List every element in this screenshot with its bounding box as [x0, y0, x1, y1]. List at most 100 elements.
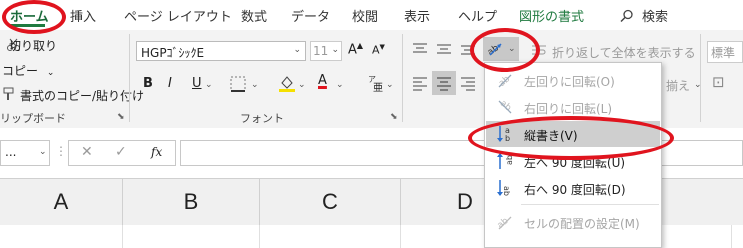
svg-text:ab: ab — [498, 99, 513, 114]
currency-icon[interactable]: ⊡ — [712, 73, 725, 91]
menu-item-rotate-counterclockwise[interactable]: ab 左回りに回転(O) — [486, 67, 660, 93]
align-right-icon[interactable] — [460, 75, 476, 91]
tab-formulas[interactable]: 数式 — [241, 6, 267, 25]
grid-line — [122, 225, 123, 248]
align-middle-icon[interactable] — [436, 42, 452, 56]
chevron-down-icon[interactable]: ⌄ — [386, 80, 394, 90]
tab-view[interactable]: 表示 — [404, 6, 430, 25]
orientation-button[interactable]: ab ⌄ — [483, 37, 519, 61]
tab-page-layout[interactable]: ページ レイアウト — [124, 6, 232, 25]
rotate-ccw-icon: ab — [497, 74, 512, 89]
search-box[interactable]: 検索 — [620, 6, 668, 25]
number-format-value: 標準 — [711, 46, 736, 60]
align-bottom-icon[interactable] — [460, 42, 476, 56]
cancel-icon[interactable]: ✕ — [81, 144, 93, 160]
grid-line — [400, 225, 401, 248]
font-name-combo[interactable]: HGPｺﾞｼｯｸE ⌄ — [136, 41, 306, 61]
chevron-down-icon: ⌄ — [508, 44, 516, 54]
enter-icon[interactable]: ✓ — [115, 144, 127, 160]
menu-item-label: 右へ 90 度回転(D) — [524, 183, 626, 197]
name-box-value: ... — [5, 145, 17, 159]
insert-function-button[interactable]: fx — [151, 145, 162, 159]
search-icon — [620, 9, 633, 23]
group-divider — [700, 34, 701, 122]
align-center-icon — [437, 77, 451, 91]
tab-review[interactable]: 校閲 — [352, 6, 378, 25]
shrink-font-button[interactable]: A▼ — [372, 43, 385, 57]
menu-item-format-cell-alignment[interactable]: ab セルの配置の設定(M) — [486, 209, 660, 235]
border-icon[interactable] — [230, 76, 246, 92]
italic-button[interactable]: I — [168, 76, 172, 91]
column-header-b[interactable]: B — [123, 179, 260, 225]
group-divider — [402, 34, 403, 122]
menu-item-rotate-up[interactable]: ab 左へ 90 度回転(U) — [486, 148, 660, 174]
grid-line — [731, 225, 732, 248]
menu-item-label: 縦書き(V) — [524, 129, 578, 143]
phonetic-guide-icon[interactable]: ア亜 — [367, 74, 385, 92]
wrap-text-icon[interactable] — [531, 43, 547, 57]
format-painter-button[interactable]: 書式のコピー/貼り付け — [20, 87, 144, 104]
grow-font-button[interactable]: A▲ — [348, 41, 363, 57]
menu-item-label: セルの配置の設定(M) — [524, 217, 640, 231]
grow-font-label: A — [348, 42, 357, 58]
align-left-icon[interactable] — [412, 75, 428, 91]
chevron-down-icon[interactable]: ⌄ — [336, 80, 344, 90]
chevron-down-icon: ⌄ — [331, 45, 339, 55]
tab-home[interactable]: ホーム — [10, 6, 49, 25]
shrink-font-label: A — [372, 43, 380, 57]
rotate-text-down-icon: ab — [497, 180, 511, 196]
dialog-launcher-icon[interactable]: ⬊ — [117, 112, 125, 122]
svg-text:ab: ab — [502, 186, 511, 196]
align-top-icon[interactable] — [412, 42, 428, 56]
menu-item-label: 右回りに回転(L) — [524, 102, 613, 116]
copy-button[interactable]: コピー ⌄ — [2, 62, 54, 79]
wrap-text-button[interactable]: 折り返して全体を表示する — [552, 44, 696, 61]
chevron-down-icon: ⌄ — [39, 147, 47, 157]
menu-separator — [521, 204, 659, 205]
chevron-down-icon[interactable]: ⌄ — [205, 80, 213, 90]
fill-color-icon[interactable] — [278, 74, 296, 92]
tab-insert[interactable]: 挿入 — [70, 6, 96, 25]
chevron-down-icon[interactable]: ⌄ — [298, 80, 306, 90]
menu-item-label: 左へ 90 度回転(U) — [524, 156, 626, 170]
rotate-cw-icon: ab — [498, 99, 513, 114]
rotate-text-up-icon: ab — [497, 153, 514, 169]
text-orientation-icon: ab — [486, 43, 502, 58]
svg-text:亜: 亜 — [373, 83, 383, 92]
name-box[interactable]: ... ⌄ — [0, 140, 50, 166]
orientation-menu: ab 左回りに回転(O) ab 右回りに回転(L) ab 縦書き(V) ab 左… — [484, 62, 662, 248]
font-name-value: HGPｺﾞｼｯｸE — [141, 46, 205, 60]
group-divider — [129, 34, 130, 122]
number-format-combo[interactable]: 標準 — [707, 41, 743, 63]
chevron-down-icon: ⌄ — [46, 68, 55, 78]
font-size-value: 11 — [313, 44, 329, 58]
font-group-label: フォント — [240, 112, 284, 125]
menu-item-rotate-down[interactable]: ab 右へ 90 度回転(D) — [486, 175, 660, 201]
tab-data[interactable]: データ — [291, 6, 330, 25]
column-header-c[interactable]: C — [260, 179, 401, 225]
menu-item-rotate-clockwise[interactable]: ab 右回りに回転(L) — [486, 94, 660, 120]
splitter-handle[interactable]: ⋮ — [55, 144, 67, 158]
grid-line — [259, 225, 260, 248]
dialog-launcher-icon[interactable]: ⬊ — [390, 112, 398, 122]
formula-buttons: ✕ ✓ fx — [68, 140, 176, 166]
underline-button[interactable]: U — [192, 76, 202, 91]
column-header-a[interactable]: A — [0, 179, 123, 225]
merge-center-button[interactable]: 揃え — [666, 77, 690, 94]
font-color-button[interactable]: A — [318, 73, 327, 88]
font-color-icon: A — [318, 73, 327, 88]
chevron-down-icon[interactable]: ⌄ — [251, 80, 259, 90]
font-size-combo[interactable]: 11 ⌄ — [310, 41, 342, 61]
bold-button[interactable]: B — [143, 76, 153, 91]
align-center-button[interactable] — [432, 71, 456, 95]
cut-button[interactable]: 切り取り — [9, 37, 57, 54]
menu-item-vertical-text[interactable]: ab 縦書き(V) — [486, 121, 660, 147]
paintbrush-icon — [3, 87, 14, 100]
svg-text:b: b — [505, 134, 510, 143]
tab-help[interactable]: ヘルプ — [458, 6, 497, 25]
menu-item-label: 左回りに回転(O) — [524, 75, 615, 89]
active-tab-indicator — [10, 24, 45, 27]
tab-shape-format[interactable]: 図形の書式 — [519, 6, 584, 25]
vertical-text-icon: ab — [497, 126, 510, 143]
ribbon-tab-bar: ホーム 挿入 ページ レイアウト 数式 データ 校閲 表示 ヘルプ 図形の書式 … — [0, 0, 743, 30]
